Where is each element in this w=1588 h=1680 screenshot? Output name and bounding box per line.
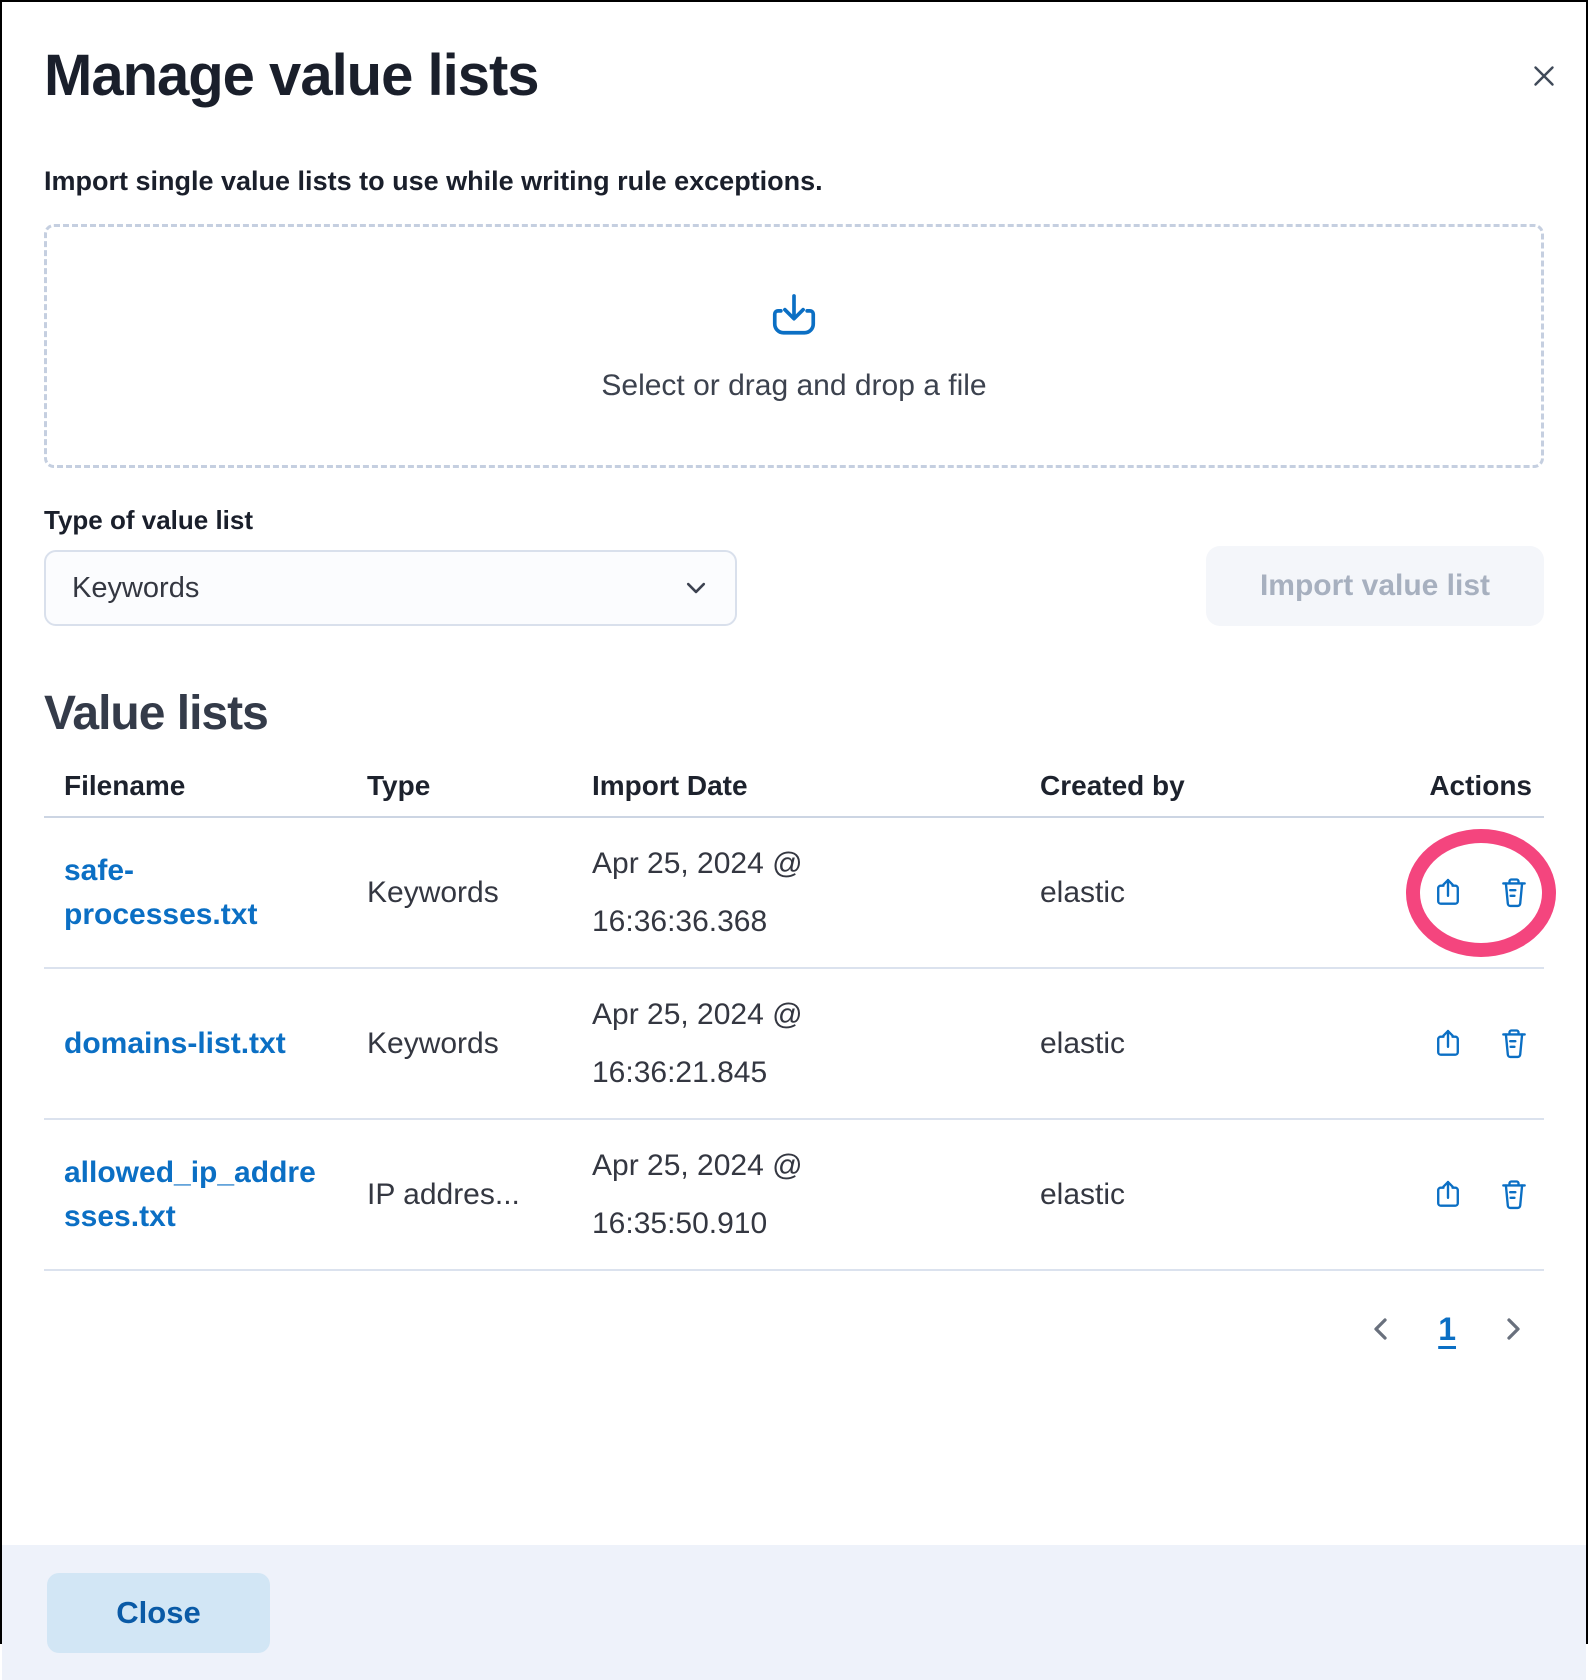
filename-link[interactable]: safe-processes.txt: [64, 849, 324, 937]
import-date-cell: Apr 25, 2024 @ 16:36:36.368: [592, 835, 937, 951]
trash-icon[interactable]: [1496, 875, 1532, 911]
trash-icon[interactable]: [1496, 1026, 1532, 1062]
chevron-down-icon: [683, 575, 709, 601]
export-icon[interactable]: [1430, 875, 1466, 911]
table-row: allowed_ip_addresses.txt IP addres... Ap…: [44, 1120, 1544, 1271]
import-date-cell: Apr 25, 2024 @ 16:35:50.910: [592, 1137, 937, 1253]
row-actions: [1430, 1177, 1532, 1213]
dropzone-label: Select or drag and drop a file: [601, 369, 986, 403]
column-header-type: Type: [367, 770, 592, 802]
type-cell: IP addres...: [367, 1178, 592, 1212]
trash-icon[interactable]: [1496, 1177, 1532, 1213]
chevron-right-icon[interactable]: [1492, 1309, 1532, 1349]
close-button[interactable]: Close: [47, 1573, 270, 1653]
type-cell: Keywords: [367, 876, 592, 910]
table-header-row: Filename Type Import Date Created by Act…: [44, 756, 1544, 818]
column-header-filename: Filename: [44, 770, 367, 802]
modal-footer: Close: [2, 1545, 1586, 1680]
filename-link[interactable]: domains-list.txt: [64, 1022, 286, 1066]
filename-link[interactable]: allowed_ip_addresses.txt: [64, 1151, 324, 1239]
file-dropzone[interactable]: Select or drag and drop a file: [44, 224, 1544, 468]
created-by-cell: elastic: [1040, 1178, 1324, 1212]
pagination: 1: [44, 1309, 1544, 1349]
annotation-circle: [1406, 829, 1556, 957]
row-actions: [1430, 1026, 1532, 1062]
manage-value-lists-modal: Manage value lists Import single value l…: [2, 40, 1586, 1680]
value-lists-heading: Value lists: [44, 686, 1544, 742]
export-icon[interactable]: [1430, 1177, 1466, 1213]
import-value-list-button[interactable]: Import value list: [1206, 546, 1544, 626]
table-row: domains-list.txt Keywords Apr 25, 2024 @…: [44, 969, 1544, 1120]
row-actions: [1430, 875, 1532, 911]
type-select[interactable]: Keywords: [44, 550, 737, 626]
table-row: safe-processes.txt Keywords Apr 25, 2024…: [44, 818, 1544, 969]
page-title: Manage value lists: [44, 40, 1544, 112]
column-header-import-date: Import Date: [592, 770, 1040, 802]
export-icon[interactable]: [1430, 1026, 1466, 1062]
type-select-value: Keywords: [72, 572, 199, 605]
type-select-label: Type of value list: [44, 504, 737, 536]
column-header-actions: Actions: [1324, 770, 1544, 802]
created-by-cell: elastic: [1040, 876, 1324, 910]
chevron-left-icon[interactable]: [1362, 1309, 1402, 1349]
close-icon[interactable]: [1524, 56, 1564, 96]
value-lists-table: Filename Type Import Date Created by Act…: [44, 756, 1544, 1271]
column-header-created-by: Created by: [1040, 770, 1324, 802]
page-number[interactable]: 1: [1430, 1311, 1464, 1348]
type-cell: Keywords: [367, 1027, 592, 1061]
import-file-icon: [766, 289, 822, 345]
import-date-cell: Apr 25, 2024 @ 16:36:21.845: [592, 986, 937, 1102]
created-by-cell: elastic: [1040, 1027, 1324, 1061]
modal-description: Import single value lists to use while w…: [44, 164, 1544, 198]
